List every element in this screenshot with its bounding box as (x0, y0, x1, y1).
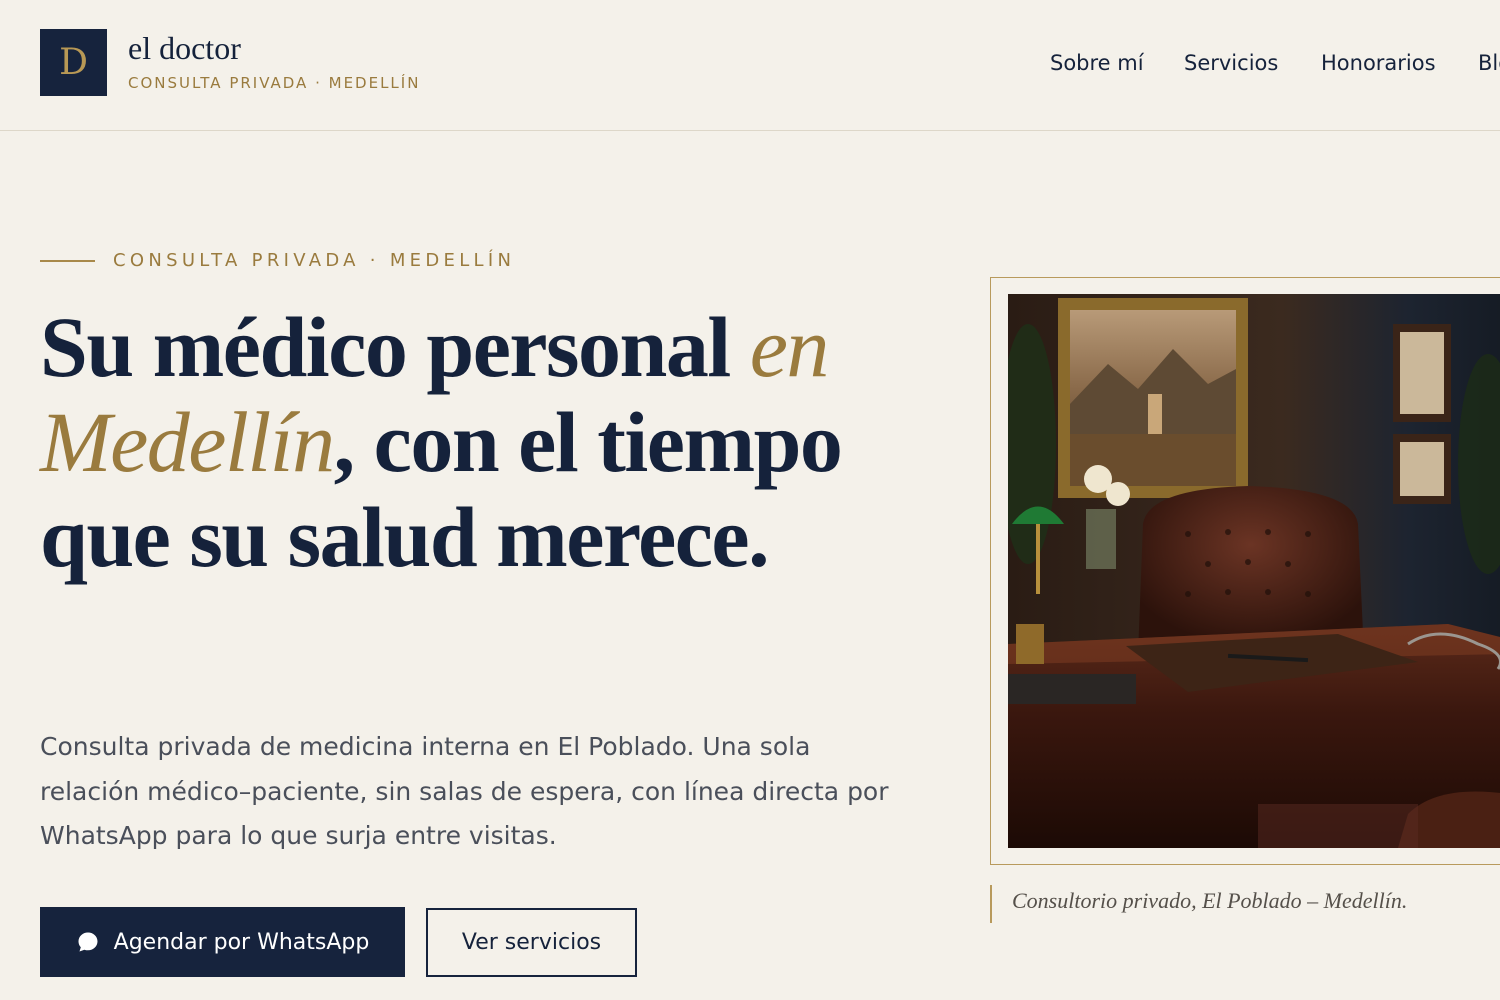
nav-item-honorarios[interactable]: Honorarios (1321, 51, 1436, 75)
eyebrow-divider (40, 260, 95, 262)
view-services-button[interactable]: Ver servicios (426, 908, 637, 977)
whatsapp-cta-label: Agendar por WhatsApp (113, 929, 370, 955)
logo-mark[interactable]: D (40, 29, 107, 96)
whatsapp-cta-button[interactable]: Agendar por WhatsApp (40, 907, 405, 977)
nav-item-sobre-mi[interactable]: Sobre mí (1050, 51, 1144, 75)
site-header: D el doctor CONSULTA PRIVADA · MEDELLÍN … (0, 0, 1500, 131)
nav-item-blog[interactable]: Blog (1478, 51, 1500, 75)
headline-part-1: Su médico personal (40, 299, 750, 395)
brand-tagline: CONSULTA PRIVADA · MEDELLÍN (128, 74, 421, 92)
nav-item-servicios[interactable]: Servicios (1184, 51, 1278, 75)
brand-name[interactable]: el doctor (128, 30, 241, 67)
hero-eyebrow: CONSULTA PRIVADA · MEDELLÍN (113, 250, 516, 271)
chat-bubble-icon (76, 930, 100, 954)
view-services-label: Ver servicios (461, 930, 602, 955)
image-caption: Consultorio privado, El Poblado – Medell… (1012, 888, 1408, 913)
main-nav: Sobre mí Servicios Honorarios Blog (1050, 51, 1500, 81)
caption-divider (990, 885, 992, 923)
hero-lead: Consulta privada de medicina interna en … (40, 732, 889, 850)
office-photo (1008, 294, 1500, 848)
hero-headline: Su médico personal en Medellín, con el t… (40, 300, 940, 585)
